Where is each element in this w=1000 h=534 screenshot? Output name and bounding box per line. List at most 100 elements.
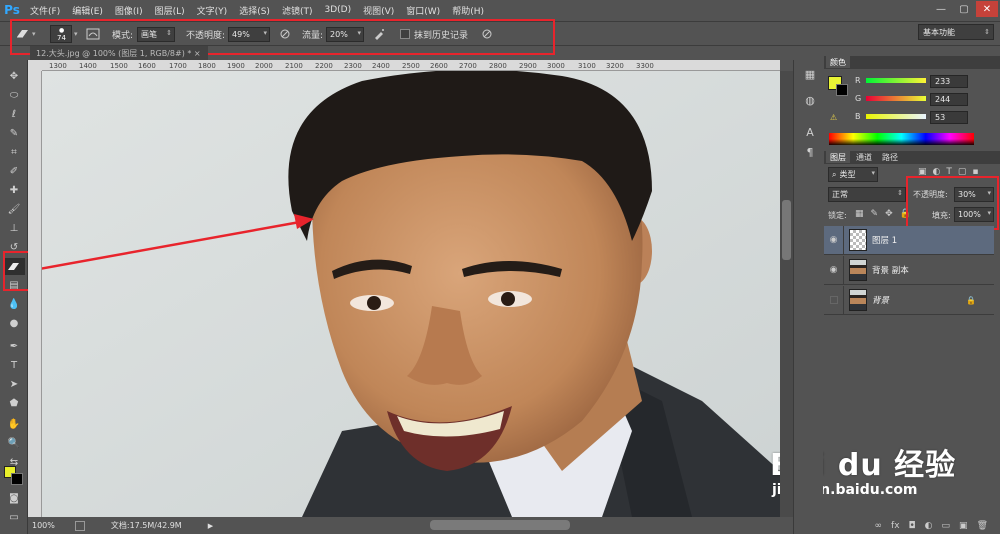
- type-tool-icon[interactable]: T: [3, 357, 25, 374]
- vertical-ruler[interactable]: [28, 71, 42, 517]
- ruler-origin[interactable]: [28, 60, 42, 71]
- layer-row-background[interactable]: 背景 🔒: [824, 285, 994, 315]
- gamut-warning-icon[interactable]: ⚠: [830, 113, 837, 122]
- adjustment-layer-icon[interactable]: ◐: [925, 521, 933, 531]
- clone-stamp-tool-icon[interactable]: ⊥: [3, 220, 25, 237]
- erase-to-history-checkbox[interactable]: [400, 29, 410, 39]
- pen-tool-icon[interactable]: ✒: [3, 338, 25, 355]
- layer-name[interactable]: 背景 副本: [872, 264, 909, 276]
- shape-filter-icon[interactable]: ▢: [958, 167, 967, 177]
- quick-select-tool-icon[interactable]: ✎: [3, 125, 25, 142]
- color-panel-background[interactable]: [836, 84, 848, 96]
- menu-edit[interactable]: 编辑(E): [66, 4, 109, 17]
- blend-mode-select[interactable]: 正常 ⇕: [828, 187, 906, 202]
- menu-3d[interactable]: 3D(D): [318, 5, 357, 15]
- new-group-icon[interactable]: ▭: [942, 521, 951, 531]
- delete-layer-icon[interactable]: 🗑: [977, 521, 988, 531]
- visibility-toggle[interactable]: [824, 285, 844, 315]
- menu-help[interactable]: 帮助(H): [446, 4, 490, 17]
- menu-select[interactable]: 选择(S): [233, 4, 276, 17]
- zoom-tool-icon[interactable]: 🔍: [3, 435, 25, 452]
- close-button[interactable]: ✕: [976, 1, 998, 17]
- screen-mode-icon[interactable]: ▭: [3, 509, 25, 526]
- r-value-input[interactable]: 233: [930, 75, 968, 88]
- horizontal-scroll-thumb[interactable]: [430, 520, 570, 530]
- eye-icon[interactable]: ◉: [824, 225, 844, 255]
- character-panel-icon[interactable]: A: [802, 124, 818, 140]
- minimize-button[interactable]: —: [930, 1, 952, 17]
- status-info-icon[interactable]: [74, 520, 85, 531]
- eyedropper-tool-icon[interactable]: ✐: [3, 163, 25, 180]
- menu-image[interactable]: 图像(I): [109, 4, 149, 17]
- g-value-input[interactable]: 244: [930, 93, 968, 106]
- layer-row-layer1[interactable]: ◉ 图层 1: [824, 225, 994, 255]
- zoom-level[interactable]: 100%: [32, 521, 55, 530]
- tab-layers[interactable]: 图层: [826, 151, 850, 163]
- tab-channels[interactable]: 通道: [852, 151, 876, 163]
- menu-layer[interactable]: 图层(L): [149, 4, 191, 17]
- pressure-opacity-icon[interactable]: [276, 26, 294, 42]
- menu-view[interactable]: 视图(V): [357, 4, 400, 17]
- shape-tool-icon[interactable]: ⬟: [3, 395, 25, 412]
- eraser-tool-icon[interactable]: [3, 258, 25, 275]
- history-brush-tool-icon[interactable]: ↺: [3, 239, 25, 256]
- airbrush-icon[interactable]: [370, 26, 388, 42]
- workspace-select[interactable]: 基本功能 ⇕: [918, 24, 994, 40]
- menu-type[interactable]: 文字(Y): [191, 4, 234, 17]
- lock-pixels-icon[interactable]: ✎: [871, 209, 879, 219]
- pixel-filter-icon[interactable]: ▣: [918, 167, 927, 177]
- move-tool-icon[interactable]: ✥: [3, 68, 25, 85]
- fill-input[interactable]: 100% ▾: [954, 207, 994, 222]
- adjustment-filter-icon[interactable]: ◐: [933, 167, 941, 177]
- menu-file[interactable]: 文件(F): [24, 4, 66, 17]
- tab-color[interactable]: 颜色: [826, 56, 850, 68]
- healing-brush-tool-icon[interactable]: ✚: [3, 182, 25, 199]
- crop-tool-icon[interactable]: ⌗: [3, 144, 25, 161]
- history-panel-icon[interactable]: ▦: [802, 66, 818, 82]
- horizontal-ruler[interactable]: 1300 1400 1500 1600 1700 1800 1900 2000 …: [42, 60, 780, 71]
- lasso-tool-icon[interactable]: ℓ: [3, 106, 25, 123]
- pressure-size-icon[interactable]: [478, 26, 496, 42]
- layer-opacity-input[interactable]: 30% ▾: [954, 187, 994, 202]
- type-filter-icon[interactable]: T: [946, 167, 952, 177]
- tab-paths[interactable]: 路径: [878, 151, 902, 163]
- b-slider[interactable]: [866, 114, 926, 119]
- gradient-tool-icon[interactable]: ▤: [3, 277, 25, 294]
- lock-position-icon[interactable]: ✥: [885, 209, 893, 219]
- lock-all-icon[interactable]: 🔒: [900, 209, 911, 219]
- opacity-input[interactable]: 49% ▾: [228, 26, 271, 42]
- maximize-button[interactable]: ▢: [953, 1, 975, 17]
- eye-icon[interactable]: ◉: [824, 255, 844, 285]
- layer-filter-select[interactable]: ⌕ 类型 ▾: [828, 167, 878, 182]
- lock-transparency-icon[interactable]: ▦: [855, 209, 864, 219]
- brush-panel-toggle[interactable]: [84, 22, 102, 46]
- brush-tool-icon[interactable]: 🖌: [3, 201, 25, 218]
- layer-name[interactable]: 背景: [872, 294, 889, 306]
- tool-preset-picker[interactable]: ▾: [14, 22, 36, 46]
- document-tab[interactable]: 12.大头.jpg @ 100% (图层 1, RGB/8#) * ×: [30, 46, 208, 60]
- menu-filter[interactable]: 滤镜(T): [276, 4, 319, 17]
- flow-input[interactable]: 20% ▾: [326, 26, 365, 42]
- layer-style-icon[interactable]: fx: [891, 521, 900, 531]
- menu-window[interactable]: 窗口(W): [400, 4, 446, 17]
- g-slider[interactable]: [866, 96, 926, 101]
- status-menu-arrow-icon[interactable]: ▶: [208, 522, 213, 530]
- hand-tool-icon[interactable]: ✋: [3, 416, 25, 433]
- layer-mask-icon[interactable]: ◘: [909, 521, 916, 531]
- paragraph-panel-icon[interactable]: ¶: [802, 144, 818, 160]
- background-color-swatch[interactable]: [11, 473, 23, 485]
- dodge-tool-icon[interactable]: ●: [3, 315, 25, 332]
- layer-row-background-copy[interactable]: ◉ 背景 副本: [824, 255, 994, 285]
- brush-size-picker[interactable]: ● 74 ▾: [50, 22, 78, 46]
- path-select-tool-icon[interactable]: ➤: [3, 376, 25, 393]
- quick-mask-icon[interactable]: ◙: [3, 490, 25, 507]
- layer-name[interactable]: 图层 1: [872, 234, 897, 246]
- blur-tool-icon[interactable]: 💧: [3, 296, 25, 313]
- smart-object-filter-icon[interactable]: ▪: [972, 167, 978, 177]
- vertical-scroll-thumb[interactable]: [782, 200, 791, 260]
- marquee-tool-icon[interactable]: ⬭: [3, 87, 25, 104]
- document-canvas[interactable]: [42, 71, 780, 517]
- link-layers-icon[interactable]: ∞: [875, 521, 883, 531]
- r-slider[interactable]: [866, 78, 926, 83]
- vertical-scrollbar[interactable]: [780, 71, 793, 517]
